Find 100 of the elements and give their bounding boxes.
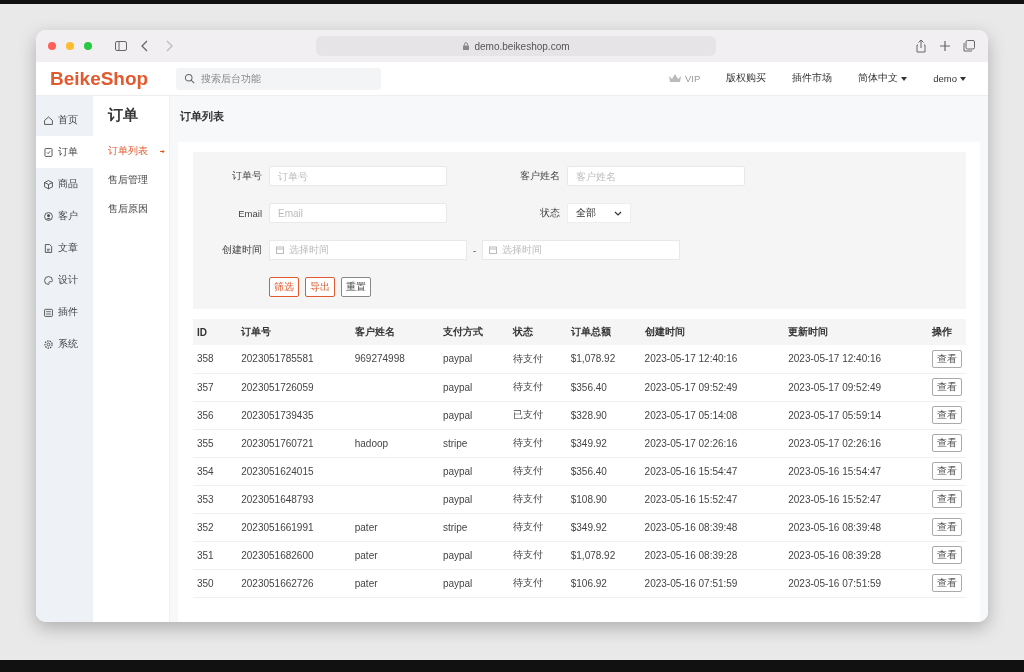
table-cell: 已支付	[508, 401, 567, 429]
table-cell: paypal	[438, 457, 509, 485]
view-button[interactable]: 查看	[932, 490, 962, 508]
input-field[interactable]: 客户姓名	[567, 166, 745, 186]
plus-icon[interactable]	[938, 39, 952, 53]
view-button[interactable]: 查看	[932, 349, 962, 368]
table-cell: stripe	[438, 513, 509, 541]
home-icon	[43, 114, 54, 126]
sidebar-item[interactable]: 客户	[36, 200, 93, 232]
sidebar-item[interactable]: 设计	[36, 264, 93, 296]
address-bar[interactable]: demo.beikeshop.com	[316, 36, 716, 56]
view-button[interactable]: 查看	[932, 518, 962, 536]
table-cell: 2023051648793	[237, 485, 351, 513]
table-cell: $106.92	[566, 569, 641, 597]
view-button[interactable]: 查看	[932, 574, 962, 592]
view-button[interactable]: 查看	[932, 406, 962, 424]
tabs-icon[interactable]	[962, 39, 976, 53]
table-cell: 969274998	[350, 345, 439, 373]
table-cell: 2023-05-16 15:54:47	[640, 457, 785, 485]
sidebar-item[interactable]: 插件	[36, 296, 93, 328]
table-cell: 355	[193, 429, 238, 457]
range-separator: -	[473, 244, 477, 256]
submenu-item[interactable]: 订单列表	[108, 137, 169, 166]
column-header: 更新时间	[784, 319, 928, 345]
logo[interactable]: BeikeShop	[50, 67, 176, 90]
table-cell: paypal	[438, 485, 509, 513]
sidebar-item[interactable]: 订单	[36, 136, 93, 168]
table-cell: 2023051726059	[237, 373, 351, 401]
table-cell: paypal	[438, 373, 509, 401]
table-cell: stripe	[438, 429, 509, 457]
view-button[interactable]: 查看	[932, 434, 962, 452]
share-icon[interactable]	[914, 39, 928, 53]
sidebar-icon[interactable]	[114, 39, 128, 53]
column-header: 支付方式	[438, 319, 509, 345]
table-cell: 2023-05-17 02:26:16	[784, 429, 928, 457]
table-cell: 2023-05-17 02:26:16	[640, 429, 785, 457]
table-cell: hadoop	[350, 429, 439, 457]
table-cell: 待支付	[508, 373, 567, 401]
table-cell: paypal	[438, 569, 509, 597]
document-icon	[43, 242, 54, 254]
zoom-window-icon[interactable]	[84, 42, 92, 50]
user-menu[interactable]: demo	[933, 73, 966, 84]
filter-button[interactable]: 筛选	[269, 277, 299, 297]
table-cell: $356.40	[566, 457, 641, 485]
table-cell: pater	[350, 569, 439, 597]
view-button[interactable]: 查看	[932, 378, 962, 396]
filter-button[interactable]: 重置	[341, 277, 371, 297]
table-cell: 2023-05-16 08:39:48	[784, 513, 928, 541]
input-field[interactable]: Email	[269, 203, 447, 223]
sidebar-item[interactable]: 首页	[36, 104, 93, 136]
table-cell: 2023-05-16 15:54:47	[784, 457, 928, 485]
table-cell: pater	[350, 541, 439, 569]
column-header: 订单号	[237, 319, 351, 345]
box-icon	[43, 178, 54, 190]
field-label: 客户姓名	[519, 169, 561, 183]
table-cell: 2023-05-16 08:39:48	[640, 513, 785, 541]
sidebar-item[interactable]: 系统	[36, 328, 93, 360]
header-link[interactable]: 插件市场	[792, 72, 833, 85]
table-cell: 2023051760721	[237, 429, 351, 457]
table-cell: 2023-05-17 09:52:49	[640, 373, 785, 401]
sidebar-item[interactable]: 文章	[36, 232, 93, 264]
crown-icon	[667, 73, 682, 84]
submenu-item[interactable]: 售后管理	[108, 166, 169, 195]
view-button[interactable]: 查看	[932, 546, 962, 564]
chevron-icon	[614, 210, 622, 216]
column-header: 操作	[928, 319, 966, 345]
table-cell: 2023-05-17 12:40:16	[784, 345, 928, 373]
table-cell: 2023-05-16 15:52:47	[784, 485, 928, 513]
table-cell: 351	[193, 541, 238, 569]
minimize-window-icon[interactable]	[66, 42, 74, 50]
close-window-icon[interactable]	[48, 42, 56, 50]
settings-icon	[43, 338, 54, 350]
table-cell: 2023-05-16 15:52:47	[640, 485, 785, 513]
table-cell: 2023-05-16 08:39:28	[640, 541, 785, 569]
table-cell: $1,078.92	[566, 541, 641, 569]
status-select[interactable]: 全部	[567, 203, 631, 223]
table-cell: 待支付	[508, 569, 567, 597]
table-cell: 2023-05-17 09:52:49	[784, 373, 928, 401]
view-button[interactable]: 查看	[932, 462, 962, 480]
language-menu[interactable]: 简体中文	[858, 72, 908, 85]
table-cell: 352	[193, 513, 238, 541]
table-cell: paypal	[438, 345, 509, 373]
table-cell: 353	[193, 485, 238, 513]
calendar-icon	[489, 246, 498, 254]
column-header: 订单总额	[566, 319, 641, 345]
table-cell: 2023051624015	[237, 457, 351, 485]
header-link[interactable]: 版权购买	[726, 72, 767, 85]
table-cell: $349.92	[566, 513, 641, 541]
section-title: 订单	[108, 106, 138, 125]
table-cell: 待支付	[508, 345, 567, 373]
filter-button[interactable]: 导出	[305, 277, 335, 297]
table-cell: paypal	[438, 401, 509, 429]
calendar-icon	[276, 246, 284, 254]
sidebar-item[interactable]: 商品	[36, 168, 93, 200]
field-label: Email	[237, 207, 263, 219]
palette-icon	[43, 274, 54, 286]
panel-icon	[43, 306, 54, 318]
submenu-item[interactable]: 售后原因	[108, 195, 169, 224]
caret-icon	[960, 76, 966, 81]
field-label: 状态	[539, 206, 561, 220]
